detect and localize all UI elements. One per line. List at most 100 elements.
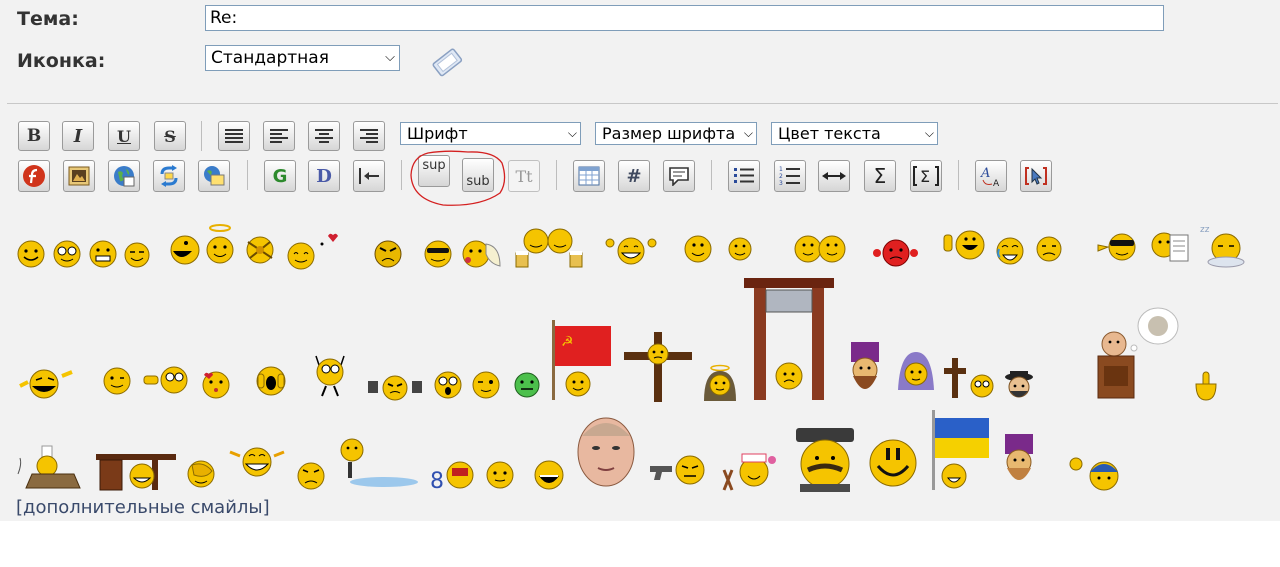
sunglasses-icon[interactable] xyxy=(422,238,454,270)
pope-writing-icon[interactable] xyxy=(16,444,88,492)
sad-icon[interactable] xyxy=(1034,234,1064,264)
shocked-icon[interactable] xyxy=(432,369,464,401)
align-center-button[interactable] xyxy=(308,121,340,151)
facepalm-icon[interactable] xyxy=(184,455,218,491)
gun-icon[interactable] xyxy=(648,452,710,488)
communist-flag-icon[interactable]: ☭ xyxy=(548,318,614,402)
image-button[interactable] xyxy=(63,160,95,192)
italic-button[interactable]: I xyxy=(62,121,94,151)
police-icon[interactable] xyxy=(1068,450,1122,492)
angel-icon[interactable] xyxy=(204,222,236,266)
text-color-select[interactable]: Цвет текста ⌵ xyxy=(771,122,938,145)
peek-icon[interactable] xyxy=(142,364,190,396)
spellcheck-button[interactable]: AA xyxy=(975,160,1007,192)
crying-laugh-icon[interactable] xyxy=(994,233,1026,269)
align-right-button[interactable] xyxy=(353,121,385,151)
grave-cross-icon[interactable] xyxy=(942,356,996,400)
ukraine-flag-icon[interactable] xyxy=(928,408,992,492)
font-size-select[interactable]: Размер шрифта ⌵ xyxy=(595,122,757,145)
table-button[interactable] xyxy=(573,160,605,192)
more-smileys-link[interactable]: [дополнительные смайлы] xyxy=(16,497,270,518)
align-left-icon xyxy=(270,129,288,143)
angry-icon[interactable] xyxy=(372,238,404,270)
strikethrough-button[interactable]: S xyxy=(154,121,186,151)
underline-button[interactable]: U xyxy=(108,121,140,151)
sick-icon[interactable] xyxy=(512,370,542,400)
indent-button[interactable] xyxy=(353,160,385,192)
in-love-icon[interactable] xyxy=(284,226,344,272)
middle-finger-icon[interactable] xyxy=(1192,370,1220,402)
beer-friends-icon[interactable] xyxy=(514,225,586,269)
lenin-speech-icon[interactable] xyxy=(1094,302,1180,400)
calm-smile-icon[interactable] xyxy=(484,459,516,491)
grimace-icon[interactable] xyxy=(88,239,118,269)
big-grin-icon[interactable] xyxy=(532,458,566,492)
black-smile-icon[interactable] xyxy=(868,438,918,488)
cool-dude-icon[interactable] xyxy=(1096,227,1144,267)
skating-icon[interactable] xyxy=(336,436,420,490)
red-angry-icon[interactable] xyxy=(872,237,918,269)
d-tag-button[interactable]: D xyxy=(308,160,340,192)
squint-smile-icon[interactable] xyxy=(123,241,151,269)
nun-icon[interactable] xyxy=(700,363,740,403)
sigma-brackets-icon: Σ xyxy=(913,166,939,186)
toolbar-separator xyxy=(711,160,712,190)
tired-icon[interactable]: 8 xyxy=(430,458,478,492)
wink-icon[interactable] xyxy=(102,366,132,396)
girl-laugh-icon[interactable] xyxy=(226,442,288,482)
bold-icon: B xyxy=(26,126,42,146)
font-select-value: Шрифт xyxy=(407,124,468,143)
font-select[interactable]: Шрифт ⌵ xyxy=(400,122,581,145)
teletype-button[interactable]: Tt xyxy=(508,160,540,192)
priest-icon[interactable] xyxy=(846,340,884,400)
old-woman-icon[interactable] xyxy=(896,350,936,398)
icon-select[interactable]: Стандартная ⌵ xyxy=(205,45,400,71)
web-page-button[interactable] xyxy=(198,160,230,192)
crucifix-icon[interactable] xyxy=(622,330,694,402)
wave-icon[interactable] xyxy=(940,227,990,263)
hash-button[interactable]: # xyxy=(618,160,650,192)
bullet-list-button[interactable] xyxy=(728,160,760,192)
d-tag-icon: D xyxy=(316,165,332,187)
select-button[interactable] xyxy=(1020,160,1052,192)
anchor-button[interactable] xyxy=(153,160,185,192)
desk-icon[interactable] xyxy=(94,450,178,492)
numbered-list-button[interactable]: 123 xyxy=(774,160,806,192)
google-button[interactable]: G xyxy=(264,160,296,192)
cheer-icon[interactable] xyxy=(604,233,658,269)
bold-button[interactable]: B xyxy=(18,121,50,151)
smile-icon[interactable] xyxy=(16,239,46,269)
putin-face-icon[interactable] xyxy=(574,412,638,488)
horizontal-rule-button[interactable] xyxy=(818,160,850,192)
frown-icon[interactable] xyxy=(294,458,328,492)
flash-button[interactable] xyxy=(18,160,50,192)
scared-icon[interactable] xyxy=(254,364,288,398)
kiss-icon[interactable] xyxy=(200,367,232,401)
link-button[interactable] xyxy=(108,160,140,192)
reading-icon[interactable] xyxy=(1150,225,1192,265)
stalin-icon[interactable] xyxy=(792,426,858,492)
guillotine-icon[interactable] xyxy=(742,276,836,402)
laugh-icon[interactable] xyxy=(168,233,202,267)
dance-pair-icon[interactable] xyxy=(678,231,756,271)
kiss-blowing-icon[interactable] xyxy=(460,236,504,270)
blink-icon[interactable] xyxy=(470,369,502,401)
nurse-icon[interactable] xyxy=(720,450,776,492)
quote-button[interactable] xyxy=(663,160,695,192)
justify-button[interactable] xyxy=(218,121,250,151)
orthodox-priest-icon[interactable] xyxy=(1000,432,1038,490)
hug-icon[interactable] xyxy=(786,229,856,269)
sum-button[interactable]: Σ xyxy=(864,160,896,192)
cool-glasses-icon[interactable] xyxy=(52,239,82,269)
sum-block-button[interactable]: Σ xyxy=(910,160,942,192)
toolbar-separator xyxy=(556,160,557,190)
fight-icon[interactable] xyxy=(366,373,424,403)
font-resize-icon: AA xyxy=(980,166,1000,188)
stunned-icon[interactable] xyxy=(242,232,278,268)
align-left-button[interactable] xyxy=(263,121,295,151)
subject-input[interactable] xyxy=(205,5,1164,31)
sleeping-icon[interactable]: zz xyxy=(1198,222,1248,270)
rabbi-icon[interactable] xyxy=(1002,369,1036,401)
pulling-hair-icon[interactable] xyxy=(306,352,354,400)
rofl-icon[interactable] xyxy=(18,364,74,402)
